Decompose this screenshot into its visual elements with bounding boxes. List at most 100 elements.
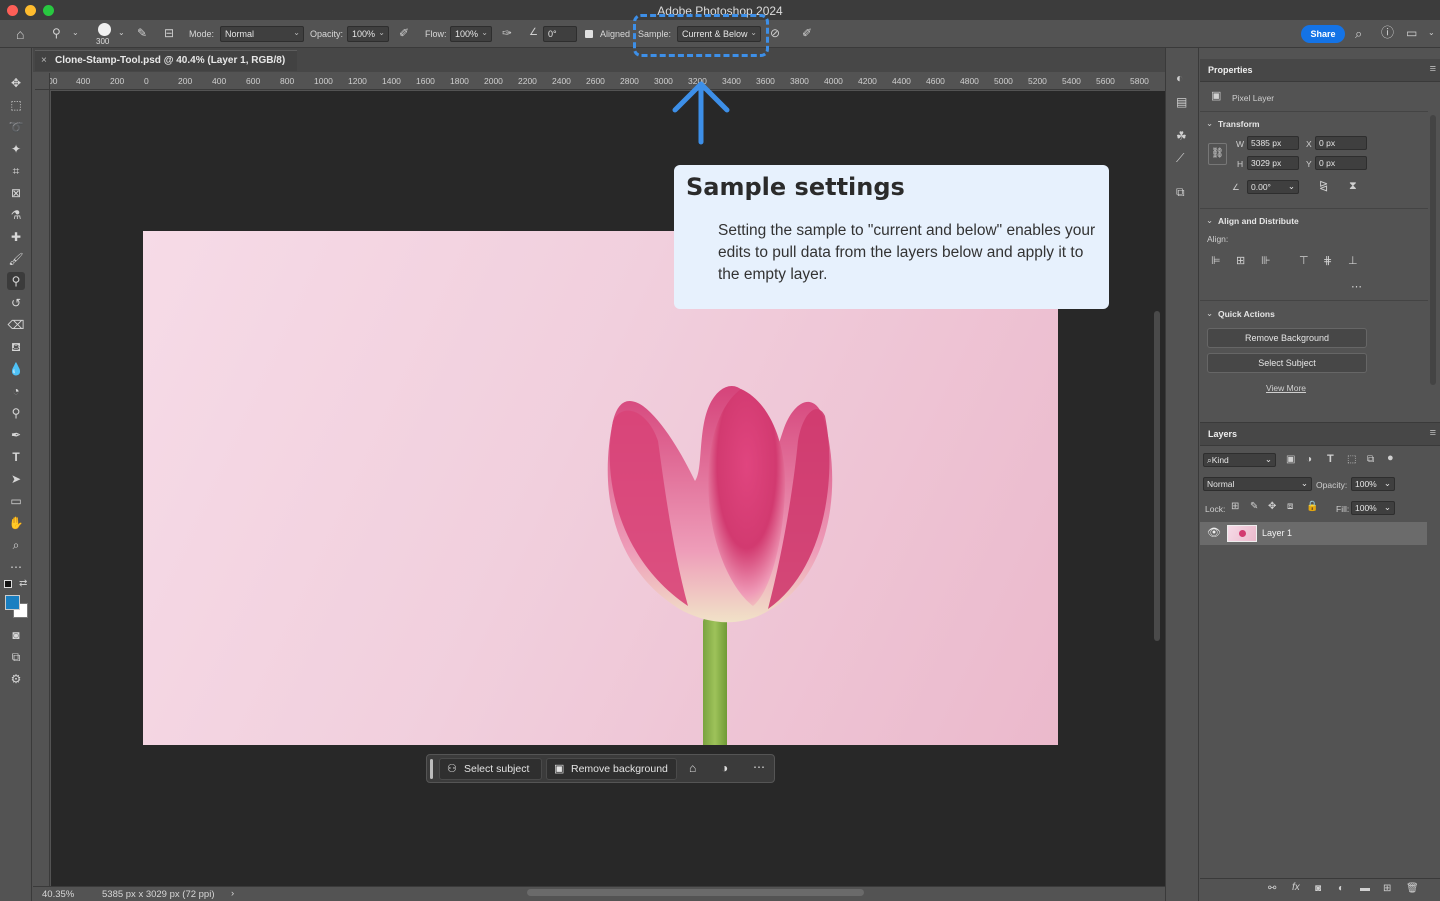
horizontal-scroll-thumb[interactable]: [527, 889, 864, 896]
lock-all-icon[interactable]: 🔒: [1306, 502, 1318, 512]
workspace-icon[interactable]: ▭: [1406, 27, 1417, 39]
brush-settings-icon[interactable]: ✎: [137, 27, 147, 39]
brush-chevron-icon[interactable]: ⌄: [118, 29, 125, 37]
type-tool-icon[interactable]: T: [7, 448, 25, 466]
foreground-color-swatch[interactable]: [5, 595, 20, 610]
screen-mode-icon[interactable]: ⧉: [7, 648, 25, 666]
swap-colors-icon[interactable]: ⇄: [19, 578, 27, 589]
blend-mode-dropdown[interactable]: Normal ⌄: [1203, 477, 1312, 491]
brush-tip-icon[interactable]: [98, 23, 111, 36]
path-selection-tool-icon[interactable]: ➤: [7, 470, 25, 488]
clone-stamp-preset-icon[interactable]: ⚲: [52, 27, 61, 39]
remove-background-button[interactable]: ▣ Remove background: [546, 758, 677, 780]
properties-scrollbar[interactable]: [1430, 115, 1436, 385]
share-button[interactable]: Share: [1301, 25, 1345, 43]
link-layers-icon[interactable]: ⚯: [1268, 884, 1276, 894]
libraries-panel-icon[interactable]: ▤: [1176, 96, 1187, 108]
fill-field[interactable]: 100% ⌄: [1351, 501, 1395, 515]
flip-horizontal-icon[interactable]: ⧎: [1319, 181, 1328, 192]
help-icon[interactable]: ⓘ: [1381, 26, 1394, 39]
marquee-tool-icon[interactable]: ⬚: [7, 96, 25, 114]
taskbar-drag-handle[interactable]: [430, 759, 433, 779]
rectangle-tool-icon[interactable]: ▭: [7, 492, 25, 510]
new-group-icon[interactable]: ▬: [1360, 884, 1370, 894]
link-dimensions-icon[interactable]: ⛓: [1208, 143, 1227, 165]
width-field[interactable]: 5385 px: [1247, 136, 1299, 150]
paths-panel-icon[interactable]: ⟋: [1176, 152, 1184, 164]
clone-source-icon[interactable]: ⊟: [164, 27, 174, 39]
dodge-tool-icon[interactable]: ◔: [7, 382, 25, 400]
generative-fill-icon[interactable]: ⚙: [7, 670, 25, 688]
paint-bucket-tool-icon[interactable]: ⛾: [7, 338, 25, 356]
filter-smart-object-icon[interactable]: ⧉: [1367, 455, 1374, 465]
adjustment-icon[interactable]: ◑: [721, 761, 728, 775]
search-icon[interactable]: ⌕: [1355, 27, 1362, 40]
close-tab-icon[interactable]: ×: [41, 51, 47, 71]
new-adjustment-layer-icon[interactable]: ◐: [1338, 884, 1344, 894]
layer-opacity-field[interactable]: 100% ⌄: [1351, 477, 1395, 491]
chevron-right-icon[interactable]: ›: [231, 888, 234, 899]
lock-image-pixels-icon[interactable]: ✎: [1250, 502, 1258, 512]
filter-adjustment-icon[interactable]: ◑: [1306, 455, 1312, 465]
sponge-tool-icon[interactable]: ⚲: [7, 404, 25, 422]
lasso-tool-icon[interactable]: ➰: [7, 118, 25, 136]
airbrush-icon[interactable]: ✑: [502, 27, 512, 39]
flow-field[interactable]: 100% ⌄: [450, 26, 492, 42]
select-subject-panel-button[interactable]: Select Subject: [1207, 353, 1367, 373]
layer-style-icon[interactable]: fx: [1292, 883, 1300, 893]
document-tab[interactable]: × Clone-Stamp-Tool.psd @ 40.4% (Layer 1,…: [35, 50, 297, 71]
flip-vertical-icon[interactable]: ⧗: [1349, 181, 1357, 192]
blur-tool-icon[interactable]: 💧: [7, 360, 25, 378]
ruler-origin[interactable]: [35, 73, 50, 90]
chevron-down-icon[interactable]: ⌄: [1206, 215, 1213, 226]
horizontal-ruler[interactable]: 0040020002004006008001000120014001600180…: [50, 73, 1150, 90]
height-field[interactable]: 3029 px: [1247, 156, 1299, 170]
x-field[interactable]: 0 px: [1315, 136, 1367, 150]
hand-tool-icon[interactable]: ✋: [7, 514, 25, 532]
align-middle-vertical-icon[interactable]: ⋕: [1323, 256, 1332, 267]
add-mask-icon[interactable]: ◙: [1315, 884, 1321, 894]
filter-toggle-icon[interactable]: ●: [1387, 453, 1394, 464]
crop-tool-icon[interactable]: ⌗: [7, 162, 25, 180]
angle-field[interactable]: 0°: [543, 26, 577, 42]
color-panel-icon[interactable]: ☘: [1176, 130, 1187, 142]
align-bottom-icon[interactable]: ⊥: [1348, 256, 1358, 267]
chevron-down-icon[interactable]: ⌄: [1206, 308, 1213, 319]
filter-pixel-icon[interactable]: ▣: [1286, 455, 1295, 465]
filter-shape-icon[interactable]: ⬚: [1347, 455, 1356, 465]
adjustments-panel-icon[interactable]: ◐: [1176, 72, 1183, 84]
pressure-opacity-icon[interactable]: ✐: [399, 27, 409, 39]
pen-tool-icon[interactable]: ✒: [7, 426, 25, 444]
more-align-options-icon[interactable]: ⋯: [1351, 282, 1362, 293]
ignore-adjustment-layers-icon[interactable]: ⊘: [770, 27, 780, 39]
panel-menu-icon[interactable]: ≡: [1430, 427, 1436, 439]
lock-position-icon[interactable]: ✥: [1268, 502, 1276, 512]
vertical-ruler[interactable]: [35, 90, 50, 886]
layer-name[interactable]: Layer 1: [1262, 528, 1292, 538]
remove-background-panel-button[interactable]: Remove Background: [1207, 328, 1367, 348]
rotation-field[interactable]: 0.00° ⌄: [1247, 180, 1299, 194]
default-colors-icon[interactable]: [4, 580, 12, 588]
move-tool-icon[interactable]: ✥: [7, 74, 25, 92]
opacity-field[interactable]: 100% ⌄: [347, 26, 389, 42]
y-field[interactable]: 0 px: [1315, 156, 1367, 170]
zoom-tool-icon[interactable]: ⌕: [7, 536, 25, 554]
workspace-chevron-icon[interactable]: ⌄: [1428, 29, 1435, 37]
lock-transparent-pixels-icon[interactable]: ⊞: [1231, 502, 1239, 512]
panel-menu-icon[interactable]: ≡: [1430, 63, 1436, 75]
new-layer-icon[interactable]: ⊞: [1383, 884, 1391, 894]
delete-layer-icon[interactable]: 🗑: [1406, 884, 1419, 894]
align-top-icon[interactable]: ⊤: [1299, 256, 1309, 267]
clone-stamp-tool-icon[interactable]: ⚲: [7, 272, 25, 290]
brush-tool-icon[interactable]: 🖌: [7, 250, 25, 268]
eraser-tool-icon[interactable]: ⌫: [7, 316, 25, 334]
vertical-scroll-thumb[interactable]: [1154, 311, 1160, 641]
vertical-scrollbar[interactable]: [1150, 91, 1165, 886]
quick-mask-icon[interactable]: ◙: [7, 626, 25, 644]
frame-tool-icon[interactable]: ⊠: [7, 184, 25, 202]
view-more-link[interactable]: View More: [1266, 383, 1306, 393]
eyedropper-tool-icon[interactable]: ⚗: [7, 206, 25, 224]
healing-brush-tool-icon[interactable]: ✚: [7, 228, 25, 246]
eye-visibility-icon[interactable]: 👁: [1207, 526, 1221, 539]
home-icon[interactable]: ⌂: [16, 27, 24, 41]
